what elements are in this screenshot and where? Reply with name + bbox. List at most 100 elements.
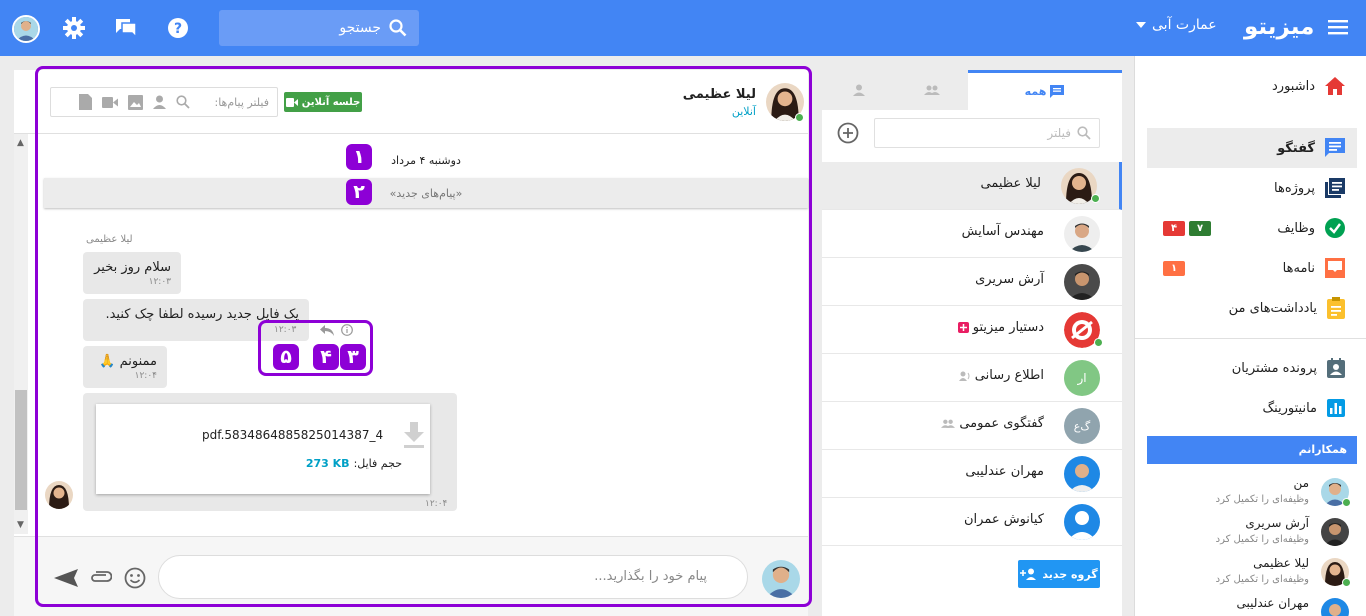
org-selector[interactable]: عمارت آبی [1136, 17, 1217, 33]
user-avatar[interactable] [12, 15, 40, 43]
scroll-up-icon[interactable]: ▲ [17, 138, 24, 148]
scrollbar-thumb[interactable] [15, 390, 27, 510]
sidebar-item-projects[interactable]: پروژه‌ها [1147, 168, 1357, 208]
brand-logo[interactable]: میزیتو [1244, 14, 1314, 40]
conversation-name: کیانوش عمران [963, 512, 1044, 527]
conversation-item[interactable]: اطلاع رسانی ار [822, 354, 1122, 402]
conversation-item[interactable]: آرش سریری [822, 258, 1122, 306]
colleague-item[interactable]: من وظیفه‌ای را تکمیل کرد [1147, 474, 1357, 514]
colleague-name: لیلا عظیمی [1253, 556, 1309, 570]
new-group-button[interactable]: گروه جدید [1018, 560, 1100, 588]
conversation-name-wrap: دستیار میزیتو [957, 320, 1044, 335]
avatar [1064, 504, 1100, 540]
sidebar-item-letters[interactable]: ۱ نامه‌ها [1147, 248, 1357, 288]
colleague-item[interactable]: آرش سریری وظیفه‌ای را تکمیل کرد [1147, 514, 1357, 554]
group-icon [924, 85, 940, 95]
sidebar-item-tasks[interactable]: ۴ ۷ وظایف [1147, 208, 1357, 248]
annotation-badge-1: ۱ [346, 144, 372, 170]
bot-badge-icon [957, 322, 969, 333]
avatar-initials: گ‌ع [1073, 419, 1091, 433]
search-icon [1077, 126, 1091, 140]
sidebar-item-label: پروژه‌ها [1274, 180, 1315, 196]
colleague-name: مهران عندلیبی [1236, 596, 1309, 610]
conversation-name: دستیار میزیتو [972, 320, 1044, 335]
online-dot [1094, 338, 1103, 347]
online-dot [1342, 498, 1351, 507]
add-conversation-icon[interactable] [837, 122, 859, 144]
sidebar-item-notes[interactable]: یادداشت‌های من [1147, 288, 1357, 328]
conversation-item[interactable]: مهران عندلیبی [822, 450, 1122, 498]
conversation-name-wrap: اطلاع رسانی [958, 368, 1044, 383]
colleague-status: وظیفه‌ای را تکمیل کرد [1215, 494, 1309, 505]
conversation-tabs: همه [822, 70, 1122, 110]
sidebar-item-monitoring[interactable]: مانیتورینگ [1147, 388, 1357, 428]
home-icon [1325, 77, 1345, 95]
search-icon [389, 19, 407, 37]
sidebar-item-dashboard[interactable]: داشبورد [1147, 66, 1357, 106]
colleagues-header: همکارانم [1147, 436, 1357, 464]
colleague-name: من [1293, 476, 1309, 490]
online-dot [1342, 578, 1351, 587]
colleague-status: وظیفه‌ای را تکمیل کرد [1215, 534, 1309, 545]
help-icon[interactable]: ? [168, 18, 188, 38]
conversation-name-wrap: گفتگوی عمومی [941, 416, 1044, 431]
add-group-icon [1020, 568, 1038, 580]
avatar [1321, 598, 1349, 616]
sidebar-item-label: یادداشت‌های من [1228, 300, 1317, 316]
colleague-item[interactable]: مهران عندلیبی [1147, 594, 1357, 616]
colleague-name: آرش سریری [1245, 516, 1309, 530]
sidebar-item-label: پرونده مشتریان [1231, 360, 1317, 376]
search-box[interactable]: جستجو [219, 10, 419, 46]
sidebar-item-label: وظایف [1277, 220, 1315, 236]
menu-icon[interactable] [1328, 18, 1348, 36]
search-placeholder: جستجو [339, 20, 381, 36]
colleague-status: وظیفه‌ای را تکمیل کرد [1215, 574, 1309, 585]
letters-icon [1325, 258, 1345, 278]
conversation-item[interactable]: دستیار میزیتو [822, 306, 1122, 354]
conversation-name: لیلا عظیمی [980, 176, 1041, 191]
gear-icon[interactable] [63, 17, 85, 39]
tab-groups[interactable] [896, 70, 968, 110]
conversation-item[interactable]: گفتگوی عمومی گ‌ع [822, 402, 1122, 450]
conversation-name: مهندس آسایش [961, 224, 1044, 239]
sidebar-item-label: مانیتورینگ [1262, 400, 1317, 416]
tab-all[interactable]: همه [967, 70, 1122, 110]
annotation-badge-4: ۴ [313, 344, 339, 370]
annotation-badge-2: ۲ [346, 179, 372, 205]
avatar [1321, 518, 1349, 546]
sidebar-item-label: گفتگو [1277, 140, 1315, 156]
colleague-item[interactable]: لیلا عظیمی وظیفه‌ای را تکمیل کرد [1147, 554, 1357, 594]
notes-icon [1327, 297, 1345, 319]
conversation-item[interactable]: کیانوش عمران [822, 498, 1122, 546]
sidebar-item-chat[interactable]: گفتگو [1147, 128, 1357, 168]
annotation-badge-5: ۵ [273, 344, 299, 370]
tasks-overdue-badge: ۴ [1163, 221, 1185, 236]
avatar [1064, 456, 1100, 492]
caret-down-icon [1136, 22, 1146, 28]
group-icon [941, 419, 956, 428]
avatar: ار [1064, 360, 1100, 396]
scroll-down-icon[interactable]: ▼ [17, 520, 24, 530]
conversation-item[interactable]: لیلا عظیمی [822, 162, 1122, 210]
person-icon [853, 84, 865, 96]
sidebar-divider [1135, 338, 1366, 339]
sidebar-item-customers[interactable]: پرونده مشتریان [1147, 348, 1357, 388]
letters-count-badge: ۱ [1163, 261, 1185, 276]
org-name: عمارت آبی [1152, 17, 1217, 33]
tab-people[interactable] [822, 70, 896, 110]
annotation-badge-3: ۳ [340, 344, 366, 370]
online-dot [1091, 194, 1100, 203]
avatar [1064, 264, 1100, 300]
tasks-count-badge: ۷ [1189, 221, 1211, 236]
filter-placeholder: فیلتر [1047, 126, 1071, 140]
conversation-filter-input[interactable]: فیلتر [874, 118, 1100, 148]
customers-icon [1327, 358, 1345, 378]
conversation-name: گفتگوی عمومی [959, 416, 1044, 431]
avatar: گ‌ع [1064, 408, 1100, 444]
conversation-item[interactable]: مهندس آسایش [822, 210, 1122, 258]
avatar [1064, 216, 1100, 252]
chat-icon [1325, 138, 1345, 158]
chat-scrollbar[interactable]: ▲ ▼ [14, 134, 28, 534]
monitoring-icon [1327, 399, 1345, 417]
chat-icon[interactable] [115, 18, 137, 38]
